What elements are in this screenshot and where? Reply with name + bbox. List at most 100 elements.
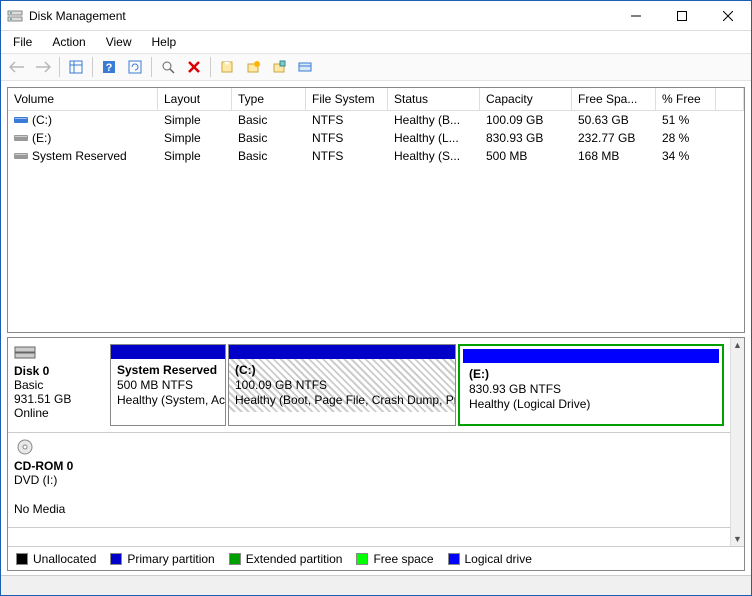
drive-icon — [14, 133, 28, 145]
forward-button[interactable] — [31, 55, 55, 79]
swatch-free — [356, 553, 368, 565]
disk-name: CD-ROM 0 — [14, 459, 102, 473]
vol-free: 50.63 GB — [572, 113, 656, 127]
vol-type: Basic — [232, 149, 306, 163]
menu-help[interactable]: Help — [144, 33, 185, 51]
vol-layout: Simple — [158, 131, 232, 145]
partition-status: Healthy (Boot, Page File, Crash Dump, Pr — [235, 393, 449, 408]
col-fs[interactable]: File System — [306, 88, 388, 110]
back-button[interactable] — [5, 55, 29, 79]
col-volume[interactable]: Volume — [8, 88, 158, 110]
vol-name: (C:) — [32, 113, 52, 127]
scroll-up-icon[interactable]: ▲ — [733, 340, 742, 350]
vol-type: Basic — [232, 131, 306, 145]
disk-kind: Basic — [14, 378, 102, 392]
menu-view[interactable]: View — [98, 33, 140, 51]
vol-pct: 28 % — [656, 131, 716, 145]
rescan-button[interactable] — [156, 55, 180, 79]
partition-status: Healthy (Logical Drive) — [469, 397, 713, 412]
disk-status: Online — [14, 406, 102, 420]
vol-fs: NTFS — [306, 113, 388, 127]
statusbar — [1, 575, 751, 595]
legend-logical: Logical drive — [465, 552, 532, 566]
disk-icon — [14, 439, 36, 457]
vol-capacity: 100.09 GB — [480, 113, 572, 127]
disk-icon — [14, 344, 36, 362]
attach-button[interactable] — [267, 55, 291, 79]
vol-layout: Simple — [158, 149, 232, 163]
delete-button[interactable] — [182, 55, 206, 79]
maximize-button[interactable] — [659, 1, 705, 31]
vol-layout: Simple — [158, 113, 232, 127]
disk-name: Disk 0 — [14, 364, 102, 378]
titlebar: Disk Management — [1, 1, 751, 31]
menu-file[interactable]: File — [5, 33, 40, 51]
properties-button[interactable] — [215, 55, 239, 79]
vol-fs: NTFS — [306, 149, 388, 163]
legend-extended: Extended partition — [246, 552, 343, 566]
table-row[interactable]: (C:)SimpleBasicNTFSHealthy (B...100.09 G… — [8, 111, 744, 129]
disk-size: 931.51 GB — [14, 392, 102, 406]
close-button[interactable] — [705, 1, 751, 31]
disk-status: No Media — [14, 502, 102, 516]
col-free[interactable]: Free Spa... — [572, 88, 656, 110]
app-icon — [7, 8, 23, 24]
new-volume-button[interactable] — [241, 55, 265, 79]
swatch-primary — [110, 553, 122, 565]
vol-name: (E:) — [32, 131, 51, 145]
partition-header — [111, 345, 225, 359]
partition-header — [229, 345, 455, 359]
list-body[interactable]: (C:)SimpleBasicNTFSHealthy (B...100.09 G… — [8, 111, 744, 332]
table-row[interactable]: System Reserved SimpleBasicNTFSHealthy (S… — [8, 147, 744, 165]
toolbar: ? — [1, 53, 751, 81]
vol-pct: 34 % — [656, 149, 716, 163]
vol-status: Healthy (L... — [388, 131, 480, 145]
scrollbar[interactable]: ▲ ▼ — [730, 338, 744, 546]
col-pct[interactable]: % Free — [656, 88, 716, 110]
vol-name: System Reserved — [32, 149, 127, 163]
col-layout[interactable]: Layout — [158, 88, 232, 110]
vol-capacity: 500 MB — [480, 149, 572, 163]
swatch-unallocated — [16, 553, 28, 565]
swatch-logical — [448, 553, 460, 565]
partition[interactable]: (C:)100.09 GB NTFSHealthy (Boot, Page Fi… — [228, 344, 456, 426]
vol-status: Healthy (B... — [388, 113, 480, 127]
partition[interactable]: System Reserved500 MB NTFSHealthy (Syste… — [110, 344, 226, 426]
legend-unallocated: Unallocated — [33, 552, 96, 566]
drive-icon — [14, 115, 28, 127]
disk-info[interactable]: CD-ROM 0DVD (I:)No Media — [8, 433, 108, 527]
legend-primary: Primary partition — [127, 552, 214, 566]
partition-title: (C:) — [235, 363, 449, 378]
graphical-view: Disk 0Basic931.51 GBOnlineSystem Reserve… — [7, 337, 745, 571]
vol-pct: 51 % — [656, 113, 716, 127]
help-button[interactable]: ? — [97, 55, 121, 79]
settings-button[interactable] — [293, 55, 317, 79]
menu-action[interactable]: Action — [44, 33, 93, 51]
vol-status: Healthy (S... — [388, 149, 480, 163]
view-button[interactable] — [64, 55, 88, 79]
volume-list: Volume Layout Type File System Status Ca… — [7, 87, 745, 333]
minimize-button[interactable] — [613, 1, 659, 31]
scroll-down-icon[interactable]: ▼ — [733, 534, 742, 544]
partition[interactable]: (E:)830.93 GB NTFSHealthy (Logical Drive… — [458, 344, 724, 426]
partitions-container: System Reserved500 MB NTFSHealthy (Syste… — [108, 338, 730, 432]
partition-title: System Reserved — [117, 363, 219, 378]
vol-free: 232.77 GB — [572, 131, 656, 145]
partition-title: (E:) — [469, 367, 713, 382]
vol-free: 168 MB — [572, 149, 656, 163]
menubar: File Action View Help — [1, 31, 751, 53]
svg-text:?: ? — [106, 62, 113, 74]
vol-fs: NTFS — [306, 131, 388, 145]
disk-info[interactable]: Disk 0Basic931.51 GBOnline — [8, 338, 108, 432]
disk-management-window: Disk Management File Action View Help ? … — [0, 0, 752, 596]
col-capacity[interactable]: Capacity — [480, 88, 572, 110]
col-status[interactable]: Status — [388, 88, 480, 110]
partition-size: 100.09 GB NTFS — [235, 378, 449, 393]
vol-capacity: 830.93 GB — [480, 131, 572, 145]
col-type[interactable]: Type — [232, 88, 306, 110]
partition-size: 830.93 GB NTFS — [469, 382, 713, 397]
disk-row: CD-ROM 0DVD (I:)No Media — [8, 433, 730, 528]
legend: Unallocated Primary partition Extended p… — [8, 546, 744, 570]
refresh-button[interactable] — [123, 55, 147, 79]
table-row[interactable]: (E:) SimpleBasicNTFSHealthy (L...830.93 G… — [8, 129, 744, 147]
